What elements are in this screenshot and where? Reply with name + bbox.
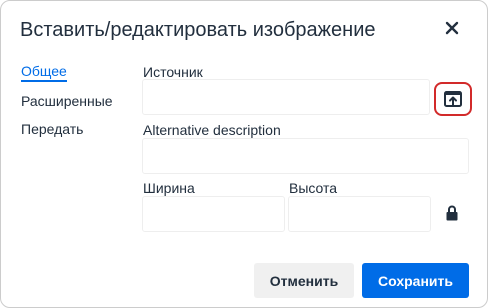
browse-button[interactable]: [434, 82, 472, 116]
width-input[interactable]: [142, 196, 285, 232]
tab-general[interactable]: Общее: [21, 63, 67, 82]
width-label: Ширина: [143, 180, 195, 196]
tab-upload[interactable]: Передать: [21, 119, 83, 139]
dialog-title: Вставить/редактировать изображение: [20, 19, 376, 41]
dialog-nav: Общее Расширенные Передать: [21, 63, 131, 147]
close-button[interactable]: [440, 16, 464, 40]
tab-advanced[interactable]: Расширенные: [21, 91, 113, 111]
height-input[interactable]: [288, 196, 431, 232]
constrain-proportions-button[interactable]: [444, 204, 460, 222]
close-icon: [445, 21, 459, 35]
cancel-button[interactable]: Отменить: [254, 263, 354, 298]
height-label: Высота: [289, 180, 338, 196]
alt-label: Alternative description: [143, 122, 281, 138]
image-dialog: Вставить/редактировать изображение Общее…: [0, 0, 488, 308]
upload-icon: [444, 91, 462, 107]
lock-icon: [446, 205, 458, 221]
source-input[interactable]: [142, 79, 430, 115]
alt-input[interactable]: [142, 138, 469, 174]
save-button[interactable]: Сохранить: [362, 263, 469, 298]
